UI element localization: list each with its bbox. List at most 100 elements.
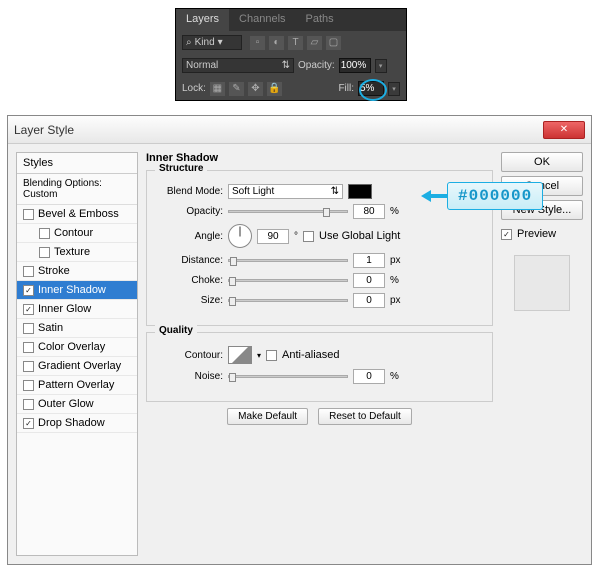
color-swatch[interactable]	[348, 184, 372, 199]
chevron-down-icon: ▾	[218, 37, 223, 48]
preview-swatch	[514, 255, 570, 311]
filter-pixel-icon[interactable]: ▫	[250, 36, 265, 50]
style-checkbox[interactable]: ✓	[23, 418, 34, 429]
filter-icons: ▫ ◐ T ▱ ▢	[250, 36, 341, 50]
style-checkbox[interactable]	[23, 266, 34, 277]
angle-label: Angle:	[157, 231, 223, 242]
chevron-updown-icon: ⇅	[282, 60, 290, 71]
opacity-arrow-icon[interactable]: ▾	[375, 59, 387, 73]
distance-slider[interactable]	[228, 259, 348, 262]
opacity-input[interactable]: 100%	[339, 58, 371, 73]
filter-shape-icon[interactable]: ▱	[307, 36, 322, 50]
style-item-inner-glow[interactable]: ✓Inner Glow	[17, 300, 137, 319]
style-label: Contour	[54, 227, 93, 239]
make-default-button[interactable]: Make Default	[227, 408, 308, 425]
angle-input[interactable]: 90	[257, 229, 289, 244]
style-checkbox[interactable]	[23, 323, 34, 334]
fill-arrow-icon[interactable]: ▾	[388, 82, 400, 96]
lock-all-icon[interactable]: 🔒	[267, 82, 282, 96]
size-input[interactable]: 0	[353, 293, 385, 308]
contour-picker[interactable]	[228, 346, 252, 364]
blend-mode-select[interactable]: Normal ⇅	[182, 58, 294, 73]
style-item-inner-shadow[interactable]: ✓ Inner Shadow	[17, 281, 137, 300]
style-checkbox[interactable]	[39, 247, 50, 258]
cancel-button[interactable]: Cancel	[501, 176, 583, 196]
ok-button[interactable]: OK	[501, 152, 583, 172]
blend-mode-dropdown[interactable]: Soft Light ⇅	[228, 184, 343, 199]
style-item-contour[interactable]: Contour	[17, 224, 137, 243]
anti-aliased-checkbox[interactable]	[266, 350, 277, 361]
contour-label: Contour:	[157, 350, 223, 361]
choke-input[interactable]: 0	[353, 273, 385, 288]
noise-slider[interactable]	[228, 375, 348, 378]
global-light-label: Use Global Light	[319, 230, 400, 242]
right-buttons: OK Cancel New Style... ✓ Preview	[501, 152, 583, 556]
style-label: Pattern Overlay	[38, 379, 114, 391]
style-item-color-overlay[interactable]: Color Overlay	[17, 338, 137, 357]
reset-default-button[interactable]: Reset to Default	[318, 408, 412, 425]
filter-adjust-icon[interactable]: ◐	[269, 36, 284, 50]
new-style-button[interactable]: New Style...	[501, 200, 583, 220]
opacity-input[interactable]: 80	[353, 204, 385, 219]
lock-brush-icon[interactable]: ✎	[229, 82, 244, 96]
opacity-slider[interactable]	[228, 210, 348, 213]
style-label: Outer Glow	[38, 398, 94, 410]
fill-label: Fill:	[338, 83, 354, 94]
filter-kind-select[interactable]: ⌕ Kind ▾	[182, 35, 242, 50]
style-item-texture[interactable]: Texture	[17, 243, 137, 262]
unit-px: px	[390, 255, 401, 266]
style-item-stroke[interactable]: Stroke	[17, 262, 137, 281]
style-item-drop-shadow[interactable]: ✓ Drop Shadow	[17, 414, 137, 433]
titlebar[interactable]: Layer Style ✕	[8, 116, 591, 144]
style-item-pattern-overlay[interactable]: Pattern Overlay	[17, 376, 137, 395]
style-label: Inner Shadow	[38, 284, 106, 296]
blending-options[interactable]: Blending Options: Custom	[17, 174, 137, 205]
style-checkbox[interactable]: ✓	[23, 304, 34, 315]
tab-paths[interactable]: Paths	[296, 9, 344, 31]
opacity-label: Opacity:	[157, 206, 223, 217]
filter-smart-icon[interactable]: ▢	[326, 36, 341, 50]
style-item-bevel-emboss[interactable]: Bevel & Emboss	[17, 205, 137, 224]
style-checkbox[interactable]	[23, 342, 34, 353]
style-label: Stroke	[38, 265, 70, 277]
layers-panel: Layers Channels Paths ⌕ Kind ▾ ▫ ◐ T ▱ ▢…	[175, 8, 407, 101]
anti-aliased-label: Anti-aliased	[282, 349, 339, 361]
dialog-title: Layer Style	[14, 123, 543, 137]
size-slider[interactable]	[228, 299, 348, 302]
unit-pct: %	[390, 275, 399, 286]
style-label: Color Overlay	[38, 341, 105, 353]
unit-pct: %	[390, 206, 399, 217]
distance-input[interactable]: 1	[353, 253, 385, 268]
style-checkbox[interactable]	[23, 209, 34, 220]
filter-type-icon[interactable]: T	[288, 36, 303, 50]
style-label: Drop Shadow	[38, 417, 105, 429]
style-checkbox[interactable]	[23, 399, 34, 410]
blend-mode-value: Soft Light	[232, 186, 274, 197]
tab-layers[interactable]: Layers	[176, 9, 229, 31]
opacity-label: Opacity:	[298, 60, 335, 71]
style-checkbox[interactable]	[23, 361, 34, 372]
chevron-down-icon[interactable]: ▾	[257, 351, 261, 360]
tab-channels[interactable]: Channels	[229, 9, 295, 31]
noise-input[interactable]: 0	[353, 369, 385, 384]
unit-px: px	[390, 295, 401, 306]
kind-label: Kind	[195, 37, 215, 48]
preview-checkbox[interactable]: ✓	[501, 229, 512, 240]
angle-dial[interactable]	[228, 224, 252, 248]
style-checkbox[interactable]	[23, 380, 34, 391]
choke-label: Choke:	[157, 275, 223, 286]
style-item-outer-glow[interactable]: Outer Glow	[17, 395, 137, 414]
style-checkbox[interactable]	[39, 228, 50, 239]
style-item-satin[interactable]: Satin	[17, 319, 137, 338]
global-light-checkbox[interactable]	[303, 231, 314, 242]
style-checkbox[interactable]: ✓	[23, 285, 34, 296]
close-button[interactable]: ✕	[543, 121, 585, 139]
style-item-gradient-overlay[interactable]: Gradient Overlay	[17, 357, 137, 376]
fill-input[interactable]: 5%	[358, 81, 384, 96]
styles-header[interactable]: Styles	[17, 153, 137, 174]
search-icon: ⌕	[186, 37, 192, 48]
structure-title: Structure	[155, 163, 207, 174]
choke-slider[interactable]	[228, 279, 348, 282]
lock-transparent-icon[interactable]: ▦	[210, 82, 225, 96]
lock-move-icon[interactable]: ✥	[248, 82, 263, 96]
